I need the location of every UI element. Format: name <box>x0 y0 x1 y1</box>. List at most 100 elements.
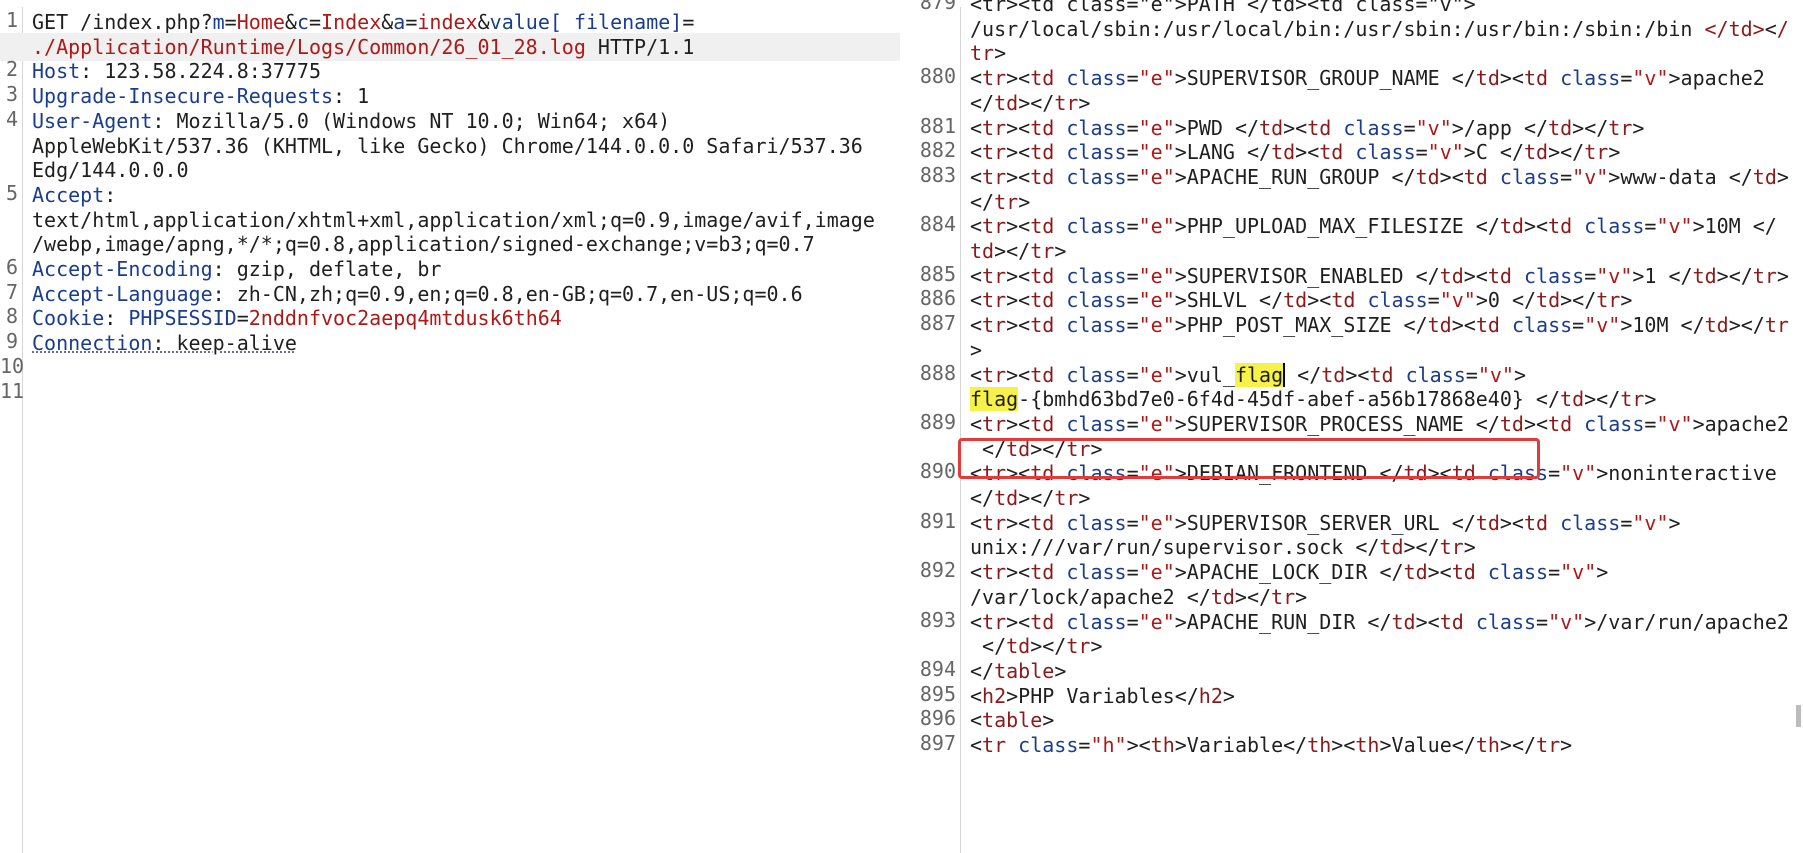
code-token: Host <box>32 59 81 84</box>
code-token: "v" <box>1572 164 1609 189</box>
code-token: class <box>1054 288 1127 313</box>
request-editor[interactable]: 1 GET /index.php?m=Home&c=Index&a=index&v… <box>0 0 900 853</box>
code-token: tr <box>982 560 1007 585</box>
code-token: >PHP_UPLOAD_MAX_FILESIZE </ <box>1174 214 1500 239</box>
code-token: < <box>970 708 983 733</box>
code-token: < <box>970 214 983 239</box>
code-token: class <box>1331 115 1404 140</box>
code-token: ./Application/Runtime/Logs/Common/26_01_… <box>32 34 586 59</box>
code-token: < <box>970 683 983 708</box>
code-token: = <box>1126 411 1139 436</box>
code-token: td <box>1030 140 1055 165</box>
request-line[interactable]: 11 <box>0 379 900 408</box>
code-token: >PWD </ <box>1174 115 1260 140</box>
code-token: </ <box>970 634 1007 659</box>
code-token: > <box>1668 510 1681 535</box>
code-token: td <box>1391 609 1416 634</box>
code-token: tr <box>1536 733 1561 757</box>
code-token: : Mozilla/5.0 (Windows NT 10.0; Win64; x… <box>152 108 671 133</box>
code-token: & <box>381 10 394 34</box>
code-token: ></ <box>1728 313 1765 338</box>
code-token: >< <box>1283 115 1308 140</box>
code-token: value[_filename] <box>489 10 683 34</box>
code-token: >SUPERVISOR_ENABLED </ <box>1174 263 1440 288</box>
code-token: >< <box>1499 66 1524 91</box>
code-token: > <box>1054 239 1067 263</box>
code-token: td <box>1030 115 1055 140</box>
code-token: >Variable</ <box>1174 733 1308 757</box>
code-token: >< <box>1006 214 1031 239</box>
code-token: = <box>1126 288 1139 313</box>
code-token: : 1 <box>333 84 370 109</box>
code-token: = <box>1078 733 1091 757</box>
code-token: c <box>296 10 309 34</box>
code-token: class <box>1343 140 1416 165</box>
code-token: "e" <box>1138 362 1175 387</box>
code-token: tr <box>1752 263 1777 288</box>
code-token: Index <box>321 10 382 34</box>
code-token: AppleWebKit/537.36 (KHTML, like Gecko) C… <box>32 133 863 158</box>
code-token: tr <box>1271 584 1296 609</box>
code-token: tr <box>982 733 1007 757</box>
code-token: Connection <box>32 331 153 356</box>
code-token: ></ <box>994 239 1031 263</box>
code-token: tr <box>1439 535 1464 560</box>
code-token: >vul_ <box>1174 362 1235 387</box>
code-token: table <box>982 708 1043 733</box>
code-token: ></ <box>1560 288 1597 313</box>
code-token: = <box>1548 560 1561 585</box>
response-scrollbar-thumb[interactable] <box>1796 705 1801 727</box>
line-number: 10 <box>0 353 25 378</box>
code-token: >< <box>1523 214 1549 239</box>
code-token: Accept-Encoding <box>32 257 213 281</box>
code-token: = <box>1126 362 1139 387</box>
code-token: tr <box>1764 313 1789 338</box>
code-token: Accept <box>32 182 105 207</box>
code-token: >< <box>1126 733 1151 757</box>
code-token: > <box>1513 362 1527 387</box>
code-token: td <box>1030 164 1055 189</box>
code-token: text/html,application/xhtml+xml,applicat… <box>32 207 875 232</box>
code-token: ></ <box>1234 584 1272 609</box>
code-token: th <box>1307 733 1332 757</box>
line-number: 7 <box>5 279 18 304</box>
code-token: >< <box>1415 609 1440 634</box>
code-token: >< <box>1006 510 1031 535</box>
code-token: Cookie <box>32 306 105 331</box>
code-token: > <box>1078 486 1091 510</box>
code-token: >< <box>1006 411 1031 436</box>
code-token: = <box>1548 461 1561 486</box>
code-token: > <box>1090 634 1103 659</box>
code-token: >APACHE_RUN_GROUP </ <box>1174 164 1416 189</box>
code-token: < <box>970 140 983 165</box>
code-token: ></ <box>1403 535 1440 560</box>
code-token: ></ <box>1548 140 1585 165</box>
code-token: td <box>1321 362 1346 387</box>
code-token: tr <box>970 41 995 66</box>
code-token: > <box>1560 733 1573 757</box>
code-token: td <box>1523 510 1549 535</box>
line-number: 8 <box>5 304 18 329</box>
code-token: >< <box>1307 288 1332 313</box>
code-token: / <box>1776 16 1789 41</box>
code-token: td <box>1271 140 1296 165</box>
code-token: >< <box>1006 164 1031 189</box>
code-token: td <box>1536 288 1561 313</box>
code-token: = <box>1620 66 1633 91</box>
line-number: 879 <box>919 0 956 14</box>
code-token: Upgrade-Insecure-Requests <box>32 84 334 109</box>
code-token: td <box>1030 411 1055 436</box>
code-token: td <box>1030 560 1055 585</box>
code-token: tr <box>1584 140 1609 165</box>
response-editor[interactable]: 879 <tr><td class="e">PATH </td><td class… <box>900 0 1803 853</box>
code-token: class <box>1572 411 1645 436</box>
code-token: td <box>1030 214 1055 239</box>
response-line[interactable]: 897 <tr class="h"><th>Variable</th><th>Va… <box>900 731 1803 760</box>
code-token: td <box>1331 288 1356 313</box>
code-token: >< <box>1006 115 1031 140</box>
code-token: < <box>970 313 983 338</box>
code-token: > <box>1054 658 1067 683</box>
code-token: >Value</ <box>1379 733 1476 757</box>
code-token: ></ <box>1499 733 1537 757</box>
code-token: class <box>1054 411 1127 436</box>
